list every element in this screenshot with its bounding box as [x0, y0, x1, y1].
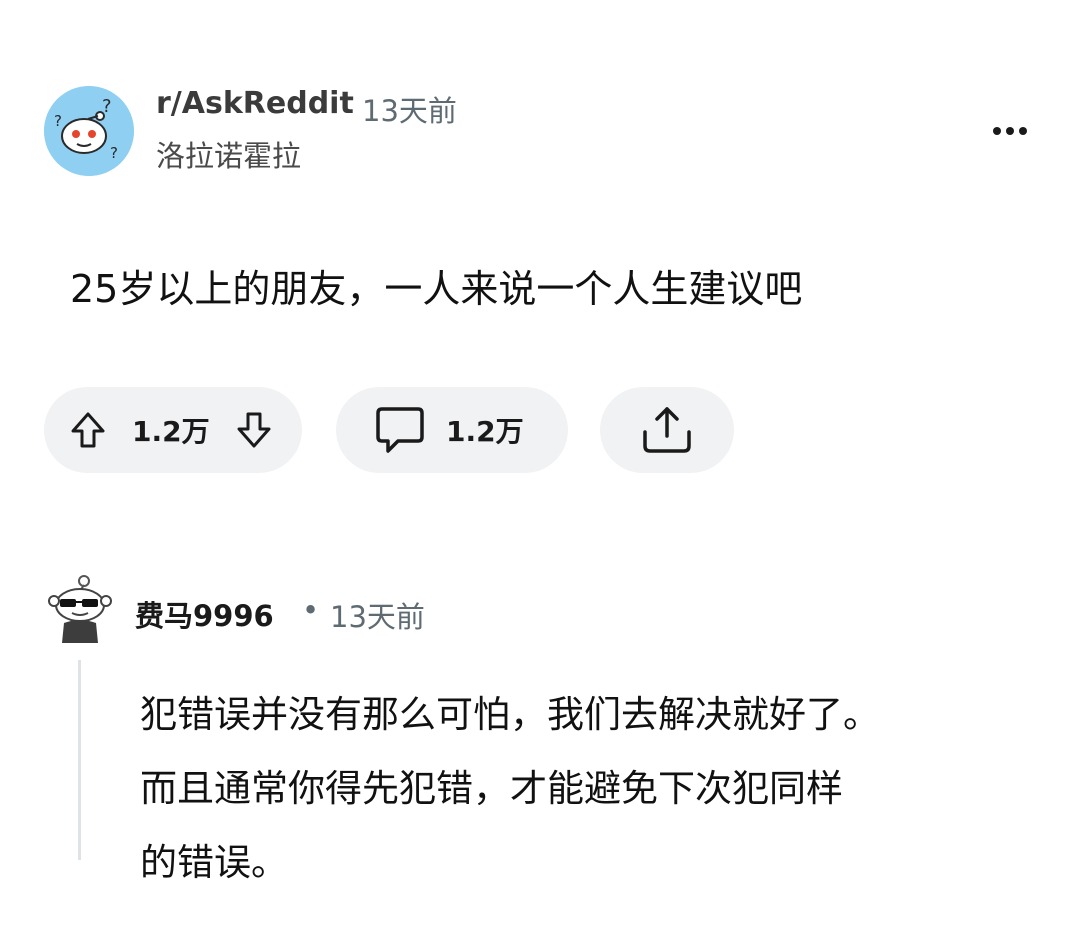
thread-line[interactable] [78, 660, 81, 860]
post-timestamp: 13天前 [362, 94, 457, 128]
snoo-sunglasses-avatar-icon [48, 575, 112, 643]
commenter-username[interactable]: 费马9996 [135, 593, 274, 635]
vote-count: 1.2万 [132, 415, 210, 448]
share-button[interactable] [600, 387, 734, 473]
more-horizontal-icon [993, 127, 1027, 135]
more-options-button[interactable] [988, 116, 1032, 146]
commenter-avatar[interactable] [46, 573, 114, 645]
arrow-up-icon [71, 412, 105, 448]
svg-text:?: ? [102, 96, 112, 117]
meta-separator: • [302, 593, 320, 627]
comment-bubble-icon [376, 407, 424, 453]
subreddit-name[interactable]: r/AskReddit [156, 86, 354, 121]
subreddit-avatar[interactable]: ? ? ? [44, 86, 134, 176]
comment-line: 而且通常你得先犯错，才能避免下次犯同样 [140, 767, 843, 810]
comment-body: 犯错误并没有那么可怕，我们去解决就好了。 而且通常你得先犯错，才能避免下次犯同样… [140, 678, 1040, 900]
svg-text:?: ? [54, 112, 62, 130]
comment-count: 1.2万 [446, 415, 524, 448]
comment-line: 的错误。 [140, 841, 288, 884]
reddit-snoo-thinking-icon: ? ? ? [44, 86, 134, 176]
share-icon [643, 407, 691, 453]
post-title[interactable]: 25岁以上的朋友，一人来说一个人生建议吧 [70, 258, 802, 313]
comment-line: 犯错误并没有那么可怕，我们去解决就好了。 [140, 693, 880, 736]
svg-text:?: ? [110, 144, 118, 162]
comments-button[interactable]: 1.2万 [336, 387, 568, 473]
post-author[interactable]: 洛拉诺霍拉 [156, 133, 301, 175]
vote-bar: 1.2万 [44, 387, 302, 473]
downvote-button[interactable] [234, 410, 274, 450]
arrow-down-icon [237, 412, 271, 448]
upvote-button[interactable] [68, 410, 108, 450]
comment-timestamp: 13天前 [330, 600, 425, 634]
